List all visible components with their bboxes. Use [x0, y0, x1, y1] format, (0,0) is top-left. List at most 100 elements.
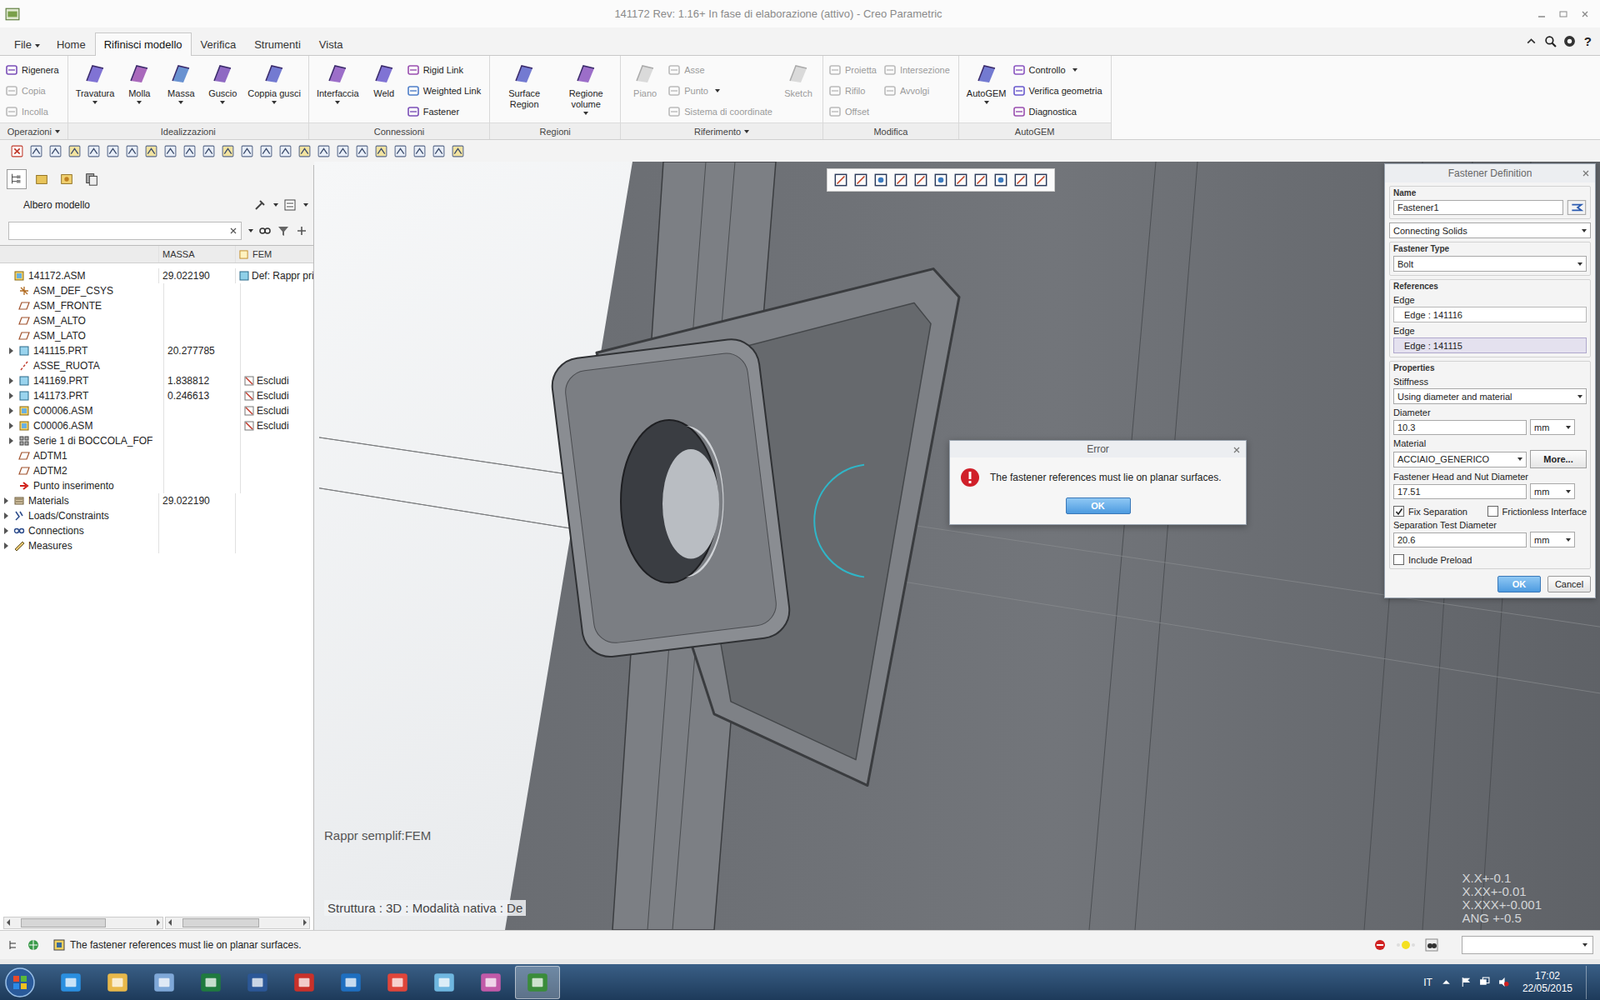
expand-arrow[interactable] [0, 525, 12, 537]
add-icon[interactable] [295, 224, 309, 238]
ribbon-button[interactable]: Massa [161, 59, 200, 106]
tree-row[interactable]: 141173.PRT0.246613Escludi [0, 388, 314, 404]
ribbon-button[interactable]: Guscio [203, 59, 242, 106]
toolbar-icon[interactable] [163, 144, 178, 159]
toolbar-icon[interactable] [67, 144, 82, 159]
toolbar-icon[interactable] [412, 144, 427, 159]
paint-taskbar-button[interactable] [141, 965, 187, 1000]
tree-row[interactable]: Measures [0, 538, 314, 554]
checkbox[interactable]: Include Preload [1393, 554, 1587, 565]
expand-arrow[interactable] [5, 390, 17, 402]
view-tool-icon[interactable] [852, 171, 870, 189]
tree-search-field[interactable] [8, 221, 242, 240]
ribbon-button[interactable]: Travatura [73, 59, 118, 106]
head-diameter-field[interactable]: 17.51 [1393, 484, 1527, 500]
tree-toggle-icon[interactable] [6, 938, 20, 952]
creo-taskbar-button[interactable] [515, 965, 560, 1000]
toolbar-icon[interactable] [220, 144, 235, 159]
tree-row[interactable]: C00006.ASMEscludi [0, 403, 314, 419]
expand-arrow[interactable] [5, 405, 17, 417]
toolbar-icon[interactable] [316, 144, 331, 159]
model-tree-icon[interactable] [6, 169, 27, 190]
tree-row[interactable]: ASSE_RUOTA [0, 358, 314, 374]
dropdown-arrow-icon[interactable] [248, 229, 254, 233]
ribbon-button[interactable]: Molla [120, 59, 159, 106]
diameter-field[interactable]: 10.3 [1393, 420, 1527, 435]
ribbon-tab[interactable]: Strumenti [245, 32, 310, 56]
view-tool-icon[interactable] [892, 171, 910, 189]
expand-arrow[interactable] [5, 345, 17, 357]
find-icon[interactable] [258, 224, 272, 238]
unit-select[interactable]: mm [1530, 483, 1575, 500]
selection-filter[interactable] [1461, 935, 1594, 955]
separation-diameter-field[interactable]: 20.6 [1393, 532, 1527, 548]
tree-row[interactable]: ASM_ALTO [0, 313, 314, 329]
ribbon-button[interactable]: Offset [828, 100, 880, 122]
reference-collector[interactable]: Edge : 141116 [1393, 306, 1587, 323]
column-header[interactable]: MASSA [159, 245, 236, 263]
tree-row[interactable]: ADTM1 [0, 448, 314, 464]
chrome-taskbar-button[interactable] [375, 965, 420, 1000]
volume-muted-icon[interactable] [1498, 976, 1510, 988]
collapse-ribbon-icon[interactable] [1525, 35, 1538, 48]
toolbar-icon[interactable] [125, 144, 140, 159]
view-tool-icon[interactable] [972, 171, 990, 189]
view-tool-icon[interactable] [1012, 171, 1030, 189]
toolbar-icon[interactable] [240, 144, 255, 159]
ribbon-button[interactable]: Rigid Link [406, 59, 485, 80]
tree-row[interactable]: 141172.ASM29.022190Def: Rappr pri [0, 268, 314, 284]
tree-row[interactable]: ADTM2 [0, 463, 314, 479]
ribbon-button[interactable]: Avvolgi [883, 80, 954, 101]
tree-row[interactable]: C00006.ASMEscludi [0, 418, 314, 434]
reference-collector[interactable]: Edge : 141115 [1393, 337, 1587, 354]
toolbar-icon[interactable] [393, 144, 408, 159]
tree-row[interactable]: Materials29.022190 [0, 493, 314, 509]
word-taskbar-button[interactable] [235, 965, 280, 1000]
outlook-taskbar-button[interactable] [328, 965, 374, 1000]
toolbar-icon[interactable] [144, 144, 159, 159]
scrollbar[interactable] [3, 916, 164, 930]
folder-icon[interactable] [31, 169, 52, 190]
column-header[interactable]: FEM [235, 245, 314, 263]
show-icon[interactable] [283, 198, 297, 212]
ribbon-button[interactable]: Diagnostica [1012, 100, 1106, 122]
ribbon-button[interactable]: Weld [365, 59, 404, 101]
toolbar-icon[interactable] [297, 144, 312, 159]
dialog-button[interactable]: OK [1497, 575, 1541, 593]
view-tool-icon[interactable] [952, 171, 970, 189]
checkbox[interactable]: Frictionless Interface [1487, 505, 1587, 517]
ribbon-button[interactable]: Surface Region [495, 59, 554, 112]
ribbon-tab[interactable]: Verifica [191, 32, 246, 56]
dropdown-arrow-icon[interactable] [273, 203, 279, 207]
tree-row[interactable]: Loads/Constraints [0, 508, 314, 524]
restore-icon[interactable] [1558, 9, 1569, 20]
minimize-icon[interactable] [1536, 9, 1547, 20]
checkbox[interactable]: Fix Separation [1393, 505, 1468, 517]
language-indicator[interactable]: IT [1423, 976, 1433, 989]
ribbon-button[interactable]: Coppia gusci [245, 59, 304, 106]
view-tool-icon[interactable] [832, 171, 850, 189]
ribbon-button[interactable]: Controllo [1012, 59, 1106, 80]
favorites-icon[interactable] [56, 169, 77, 190]
tree-row[interactable]: 141115.PRT20.277785 [0, 343, 314, 359]
view-tool-icon[interactable] [932, 171, 950, 189]
ribbon-button[interactable]: Proietta [828, 59, 880, 80]
expand-arrow[interactable] [5, 375, 17, 387]
ribbon-button[interactable]: Fastener [406, 100, 485, 122]
view-tool-icon[interactable] [1032, 171, 1050, 189]
unit-select[interactable]: mm [1530, 419, 1575, 435]
toolbar-icon[interactable] [374, 144, 389, 159]
ribbon-button[interactable]: Sketch [779, 59, 818, 101]
ribbon-button[interactable]: Weighted Link [406, 80, 485, 101]
notes-taskbar-button[interactable] [421, 965, 467, 1000]
explorer-taskbar-button[interactable] [95, 965, 140, 1000]
dialog-button[interactable]: Cancel [1547, 575, 1591, 593]
ribbon-button[interactable]: Regione volume [556, 59, 615, 117]
clear-icon[interactable] [229, 226, 238, 235]
tree-row[interactable]: Connections [0, 523, 314, 539]
stiffness-select[interactable]: Using diameter and material [1393, 388, 1587, 405]
view-tool-icon[interactable] [992, 171, 1010, 189]
tree-row[interactable]: ASM_FRONTE [0, 298, 314, 314]
toolbar-icon[interactable] [201, 144, 216, 159]
toolbar-icon[interactable] [259, 144, 274, 159]
